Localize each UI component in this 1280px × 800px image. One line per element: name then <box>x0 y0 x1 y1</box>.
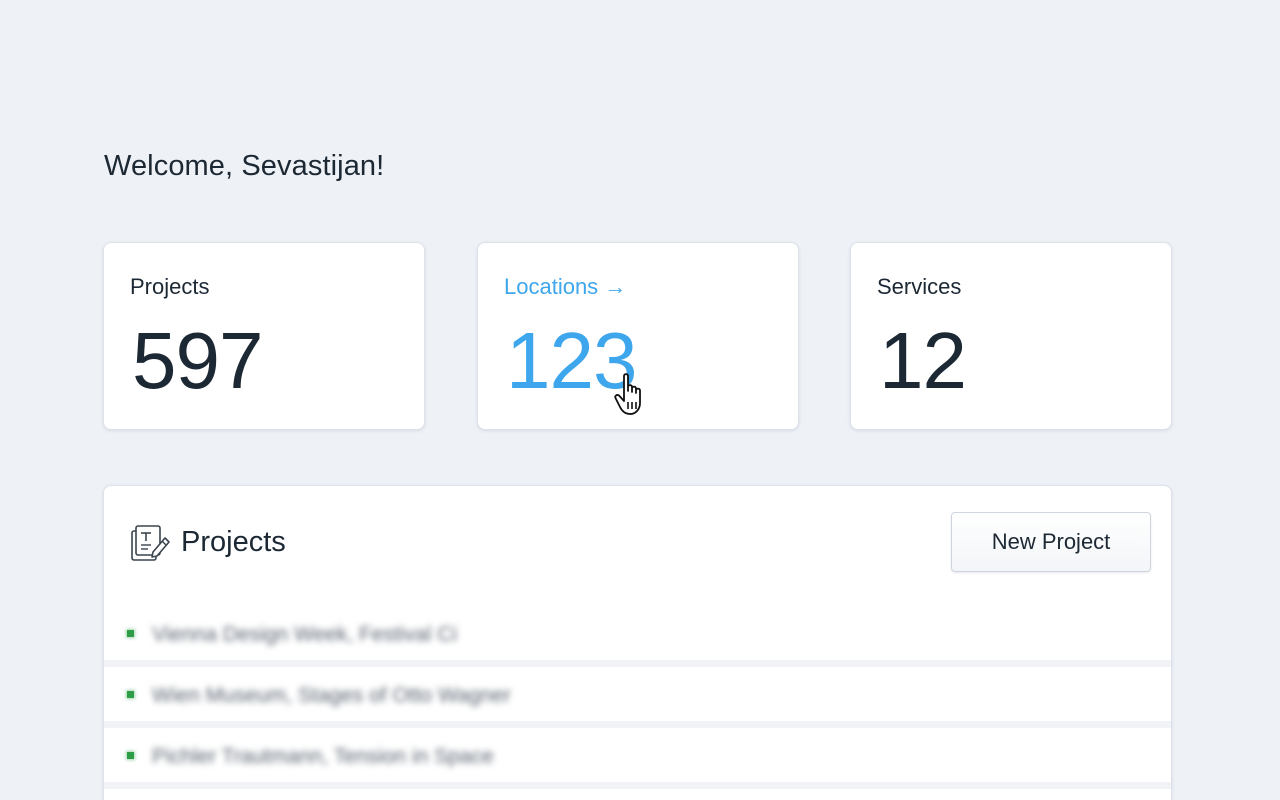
project-name[interactable]: Pichler Trautmann, Tension in Space <box>152 745 494 769</box>
stat-label-projects: Projects <box>130 274 210 299</box>
stat-card-services: Services 12 <box>850 242 1172 430</box>
projects-panel-header: Projects New Project <box>104 486 1171 598</box>
projects-panel-title: Projects <box>181 526 286 558</box>
projects-panel: Projects New Project Vienna Design Week,… <box>103 485 1172 800</box>
stat-card-projects: Projects 597 <box>103 242 425 430</box>
project-list-item[interactable]: Pichler Trautmann, Tension in Space <box>104 728 1171 789</box>
status-dot-icon <box>127 691 134 698</box>
project-name[interactable]: Wien Museum, Stages of Otto Wagner <box>152 684 511 708</box>
project-name[interactable]: Vienna Design Week, Festival Ci <box>152 623 457 647</box>
dashboard-page: Welcome, Sevastijan! Projects 597 Locati… <box>0 0 1280 800</box>
project-list-item[interactable]: Wien Museum, Stages of Otto Wagner <box>104 667 1171 728</box>
arrow-right-icon: → <box>604 274 627 299</box>
stat-value-locations[interactable]: 123 <box>506 317 637 405</box>
status-dot-icon <box>127 752 134 759</box>
stat-value-services: 12 <box>879 316 967 405</box>
stat-link-locations[interactable]: Locations → <box>504 274 626 300</box>
project-list: Vienna Design Week, Festival Ci Wien Mus… <box>104 606 1171 789</box>
stat-label-services: Services <box>877 274 962 299</box>
status-dot-icon <box>127 630 134 637</box>
document-edit-icon <box>131 525 170 561</box>
welcome-message: Welcome, Sevastijan! <box>104 150 385 182</box>
stat-card-locations[interactable]: Locations → 123 <box>477 242 799 430</box>
stat-value-projects: 597 <box>132 316 263 405</box>
new-project-button[interactable]: New Project <box>951 512 1151 572</box>
stat-label-locations: Locations <box>504 274 599 299</box>
project-list-item[interactable]: Vienna Design Week, Festival Ci <box>104 606 1171 667</box>
